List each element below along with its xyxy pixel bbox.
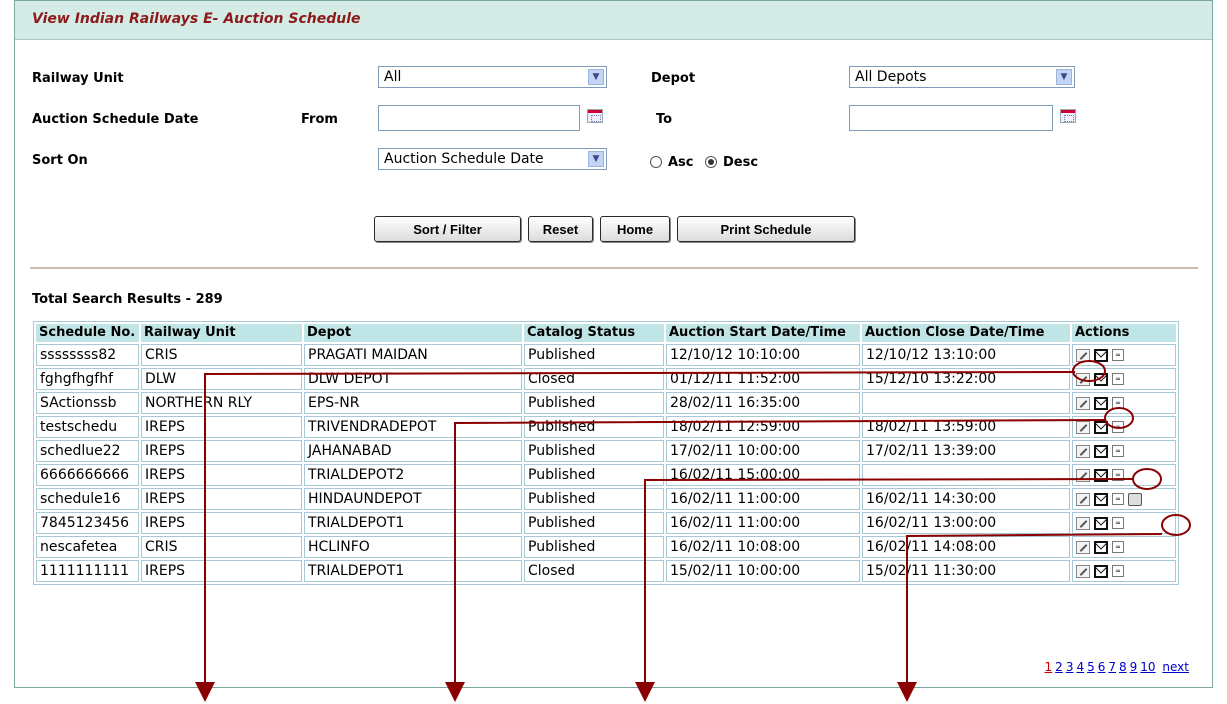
annotation-arrow [897, 533, 1163, 702]
annotation-arrow [445, 419, 1106, 702]
annotation-arrows [195, 360, 1191, 702]
annotation-circle [1072, 360, 1106, 382]
annotation-arrow [635, 478, 1134, 702]
annotation-circle [1104, 407, 1134, 429]
annotation-circle [1161, 514, 1191, 536]
annotation-circle [1132, 468, 1162, 490]
